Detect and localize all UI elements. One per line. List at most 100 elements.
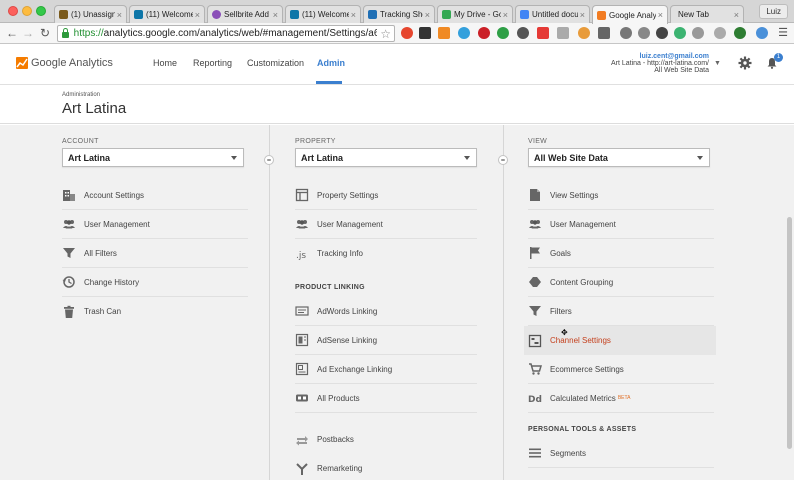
- page-scrollbar[interactable]: [787, 217, 792, 449]
- trash-can-item[interactable]: Trash Can: [62, 297, 248, 326]
- extension-icon[interactable]: [638, 27, 650, 39]
- close-tab-icon[interactable]: ×: [351, 10, 356, 20]
- profile-button[interactable]: Luiz: [759, 4, 788, 19]
- account-select[interactable]: Art Latina: [62, 148, 244, 167]
- extension-icon[interactable]: [557, 27, 569, 39]
- close-window-button[interactable]: [8, 6, 18, 16]
- change-history-item[interactable]: Change History: [62, 268, 248, 297]
- extension-icon[interactable]: [401, 27, 413, 39]
- browser-tab[interactable]: (1) Unassigne×: [54, 5, 127, 23]
- close-tab-icon[interactable]: ×: [117, 10, 122, 20]
- gear-icon[interactable]: [738, 56, 752, 70]
- chevron-down-icon: [464, 156, 470, 160]
- browser-tab[interactable]: (11) Welcome ×: [285, 5, 361, 23]
- maximize-window-button[interactable]: [36, 6, 46, 16]
- close-tab-icon[interactable]: ×: [658, 10, 663, 20]
- extension-icon[interactable]: [756, 27, 768, 39]
- all-filters-item[interactable]: All Filters: [62, 239, 248, 268]
- reload-icon[interactable]: ↻: [38, 26, 52, 40]
- column-divider: [269, 125, 270, 480]
- extension-icon[interactable]: [578, 27, 590, 39]
- browser-tab[interactable]: New Tab ×: [670, 5, 744, 23]
- segments-icon: [529, 448, 541, 458]
- browser-tab-active[interactable]: Google Analy ×: [592, 5, 668, 24]
- lock-icon: [62, 27, 69, 38]
- extension-icon[interactable]: [734, 27, 746, 39]
- ga-logo-text[interactable]: Google Analytics: [31, 57, 113, 69]
- nav-admin[interactable]: Admin: [317, 58, 345, 68]
- close-tab-icon[interactable]: ×: [195, 10, 200, 20]
- property-user-management-item[interactable]: User Management: [295, 210, 477, 239]
- pinterest-icon[interactable]: [478, 27, 490, 39]
- adsense-linking-item[interactable]: AdSense Linking: [295, 326, 477, 355]
- nav-customization[interactable]: Customization: [247, 58, 304, 68]
- content-grouping-item[interactable]: Content Grouping: [528, 268, 714, 297]
- remarketing-item[interactable]: Remarketing: [295, 454, 477, 480]
- postbacks-item[interactable]: Postbacks: [295, 425, 477, 454]
- extension-icon[interactable]: [674, 27, 686, 39]
- extension-icon[interactable]: [714, 27, 726, 39]
- extension-icon[interactable]: [497, 27, 509, 39]
- account-email[interactable]: luiz.cent@gmail.com: [640, 53, 709, 60]
- ga-header: Google Analytics Home Reporting Customiz…: [0, 45, 794, 85]
- svg-text:Dd: Dd: [528, 395, 542, 405]
- view-select[interactable]: All Web Site Data: [528, 148, 710, 167]
- page-title: Art Latina: [62, 100, 127, 117]
- back-icon[interactable]: ←: [5, 26, 19, 40]
- extension-icon[interactable]: [598, 27, 610, 39]
- personal-tools-heading: PERSONAL TOOLS & ASSETS: [528, 426, 637, 433]
- bookmark-star-icon[interactable]: ☆: [380, 27, 391, 41]
- extension-icon[interactable]: [537, 27, 549, 39]
- goals-item[interactable]: Goals: [528, 239, 714, 268]
- forward-icon[interactable]: →: [21, 26, 35, 40]
- account-settings-item[interactable]: Account Settings: [62, 181, 248, 210]
- all-products-item[interactable]: All Products: [295, 384, 477, 413]
- extension-icon[interactable]: [620, 27, 632, 39]
- extension-icon[interactable]: [517, 27, 529, 39]
- browser-tab[interactable]: My Drive - Go ×: [437, 5, 513, 23]
- sellbrite-favicon-icon: [212, 10, 221, 19]
- close-tab-icon[interactable]: ×: [425, 10, 430, 20]
- adwords-linking-item[interactable]: AdWords Linking: [295, 297, 477, 326]
- window-icon: [295, 188, 309, 202]
- account-property-line[interactable]: Art Latina - http://art-latina.com/: [611, 60, 709, 67]
- property-select[interactable]: Art Latina: [295, 148, 477, 167]
- account-view-line[interactable]: All Web Site Data: [654, 67, 709, 74]
- close-tab-icon[interactable]: ×: [503, 10, 508, 20]
- close-tab-icon[interactable]: ×: [580, 10, 585, 20]
- calculated-metrics-item[interactable]: Dd Calculated Metrics BETA: [528, 384, 714, 413]
- ecommerce-settings-item[interactable]: Ecommerce Settings: [528, 355, 714, 384]
- url-text[interactable]: https://analytics.google.com/analytics/w…: [74, 28, 378, 39]
- browser-tab[interactable]: Tracking Sho ×: [363, 5, 435, 23]
- view-settings-item[interactable]: View Settings: [528, 181, 714, 210]
- browser-tab[interactable]: (11) Welcome ×: [129, 5, 205, 23]
- extension-icon[interactable]: [692, 27, 704, 39]
- nav-reporting[interactable]: Reporting: [193, 58, 232, 68]
- column-connector-icon: [264, 155, 274, 165]
- property-column-title: PROPERTY: [295, 138, 336, 145]
- channel-settings-item[interactable]: Channel Settings: [524, 326, 716, 355]
- account-user-management-item[interactable]: User Management: [62, 210, 248, 239]
- close-tab-icon[interactable]: ×: [734, 10, 739, 20]
- close-tab-icon[interactable]: ×: [273, 10, 278, 20]
- notification-badge: 1: [774, 53, 783, 62]
- browser-tab[interactable]: Untitled docu ×: [515, 5, 590, 23]
- extension-icon[interactable]: [419, 27, 431, 39]
- ad-exchange-linking-item[interactable]: Ad Exchange Linking: [295, 355, 477, 384]
- tracking-info-item[interactable]: .js Tracking Info: [295, 239, 477, 268]
- address-bar[interactable]: https://analytics.google.com/analytics/w…: [57, 25, 395, 42]
- extension-icon[interactable]: [458, 27, 470, 39]
- extension-icon[interactable]: [656, 27, 668, 39]
- filter-icon: [529, 306, 541, 316]
- nav-home[interactable]: Home: [153, 58, 177, 68]
- browser-tab[interactable]: Sellbrite Add ×: [207, 5, 283, 23]
- view-user-management-item[interactable]: User Management: [528, 210, 714, 239]
- browser-titlebar: (1) Unassigne× (11) Welcome× Sellbrite A…: [0, 0, 794, 24]
- minimize-window-button[interactable]: [22, 6, 32, 16]
- view-filters-item[interactable]: Filters: [528, 297, 714, 326]
- property-settings-item[interactable]: Property Settings: [295, 181, 477, 210]
- account-dropdown-caret-icon[interactable]: ▼: [714, 60, 721, 67]
- segments-item[interactable]: Segments: [528, 439, 714, 468]
- menu-icon[interactable]: ☰: [776, 26, 790, 40]
- extension-icon[interactable]: [438, 27, 450, 39]
